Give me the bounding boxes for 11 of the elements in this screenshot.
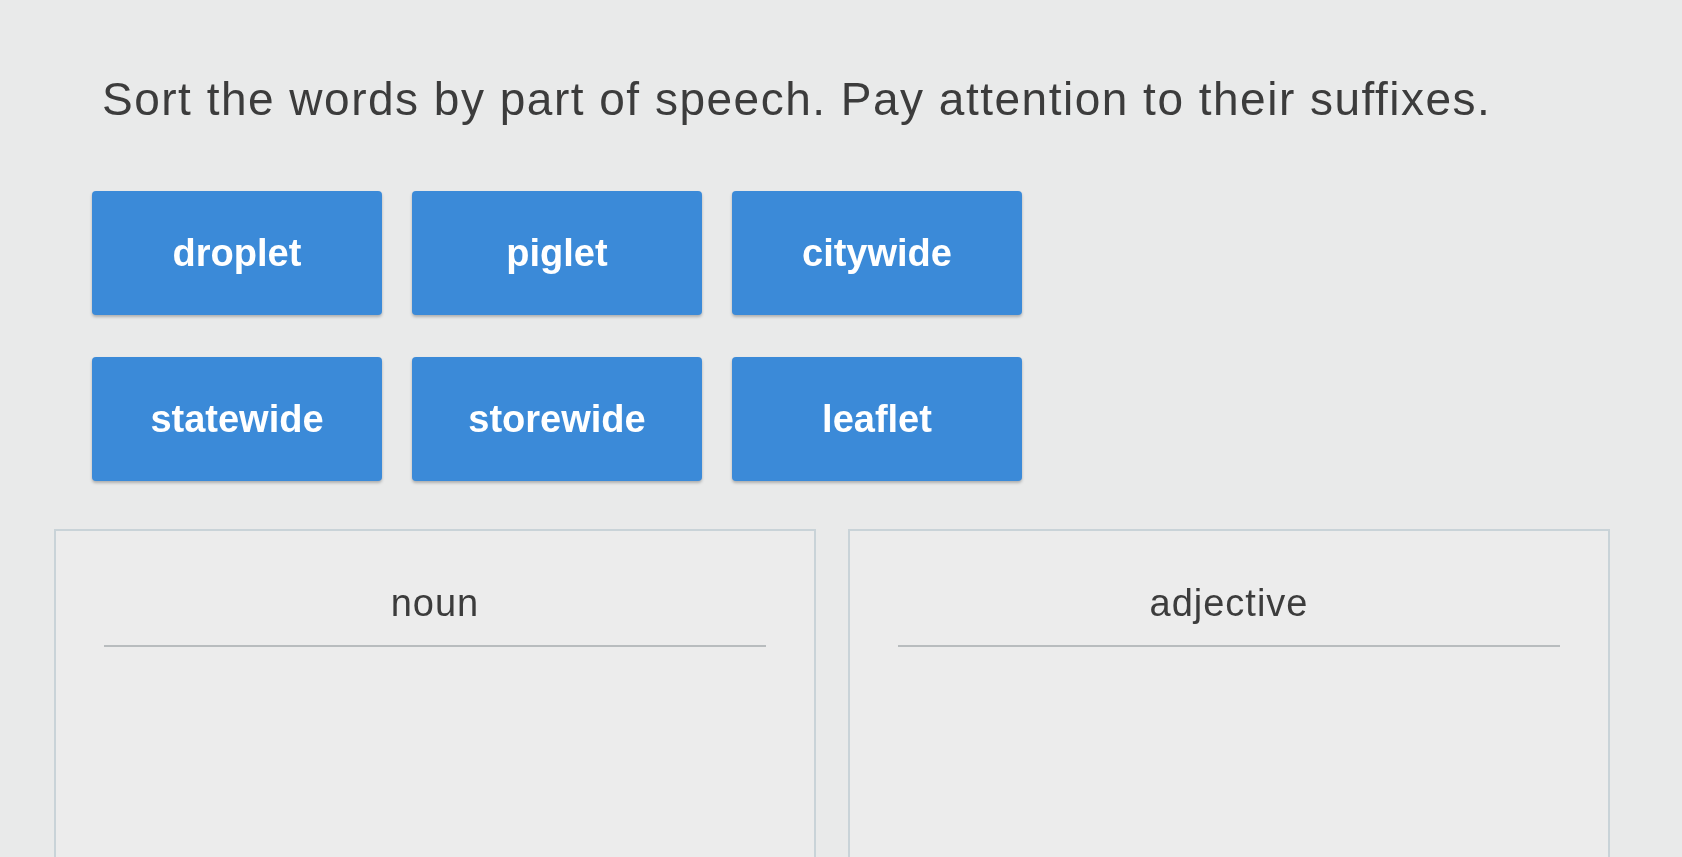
word-tile[interactable]: citywide bbox=[732, 191, 1022, 316]
word-tile[interactable]: storewide bbox=[412, 357, 702, 482]
category-drop-zone[interactable]: noun bbox=[54, 529, 816, 857]
word-tile[interactable]: droplet bbox=[92, 191, 382, 316]
category-label: noun bbox=[390, 581, 480, 627]
category-label: adjective bbox=[1149, 581, 1309, 627]
instruction-text: Sort the words by part of speech. Pay attention to their suffixes. bbox=[102, 72, 1492, 127]
word-tile[interactable]: leaflet bbox=[732, 357, 1022, 482]
word-tile[interactable]: piglet bbox=[412, 191, 702, 316]
category-drop-zone[interactable]: adjective bbox=[848, 529, 1610, 857]
word-tile[interactable]: statewide bbox=[92, 357, 382, 482]
